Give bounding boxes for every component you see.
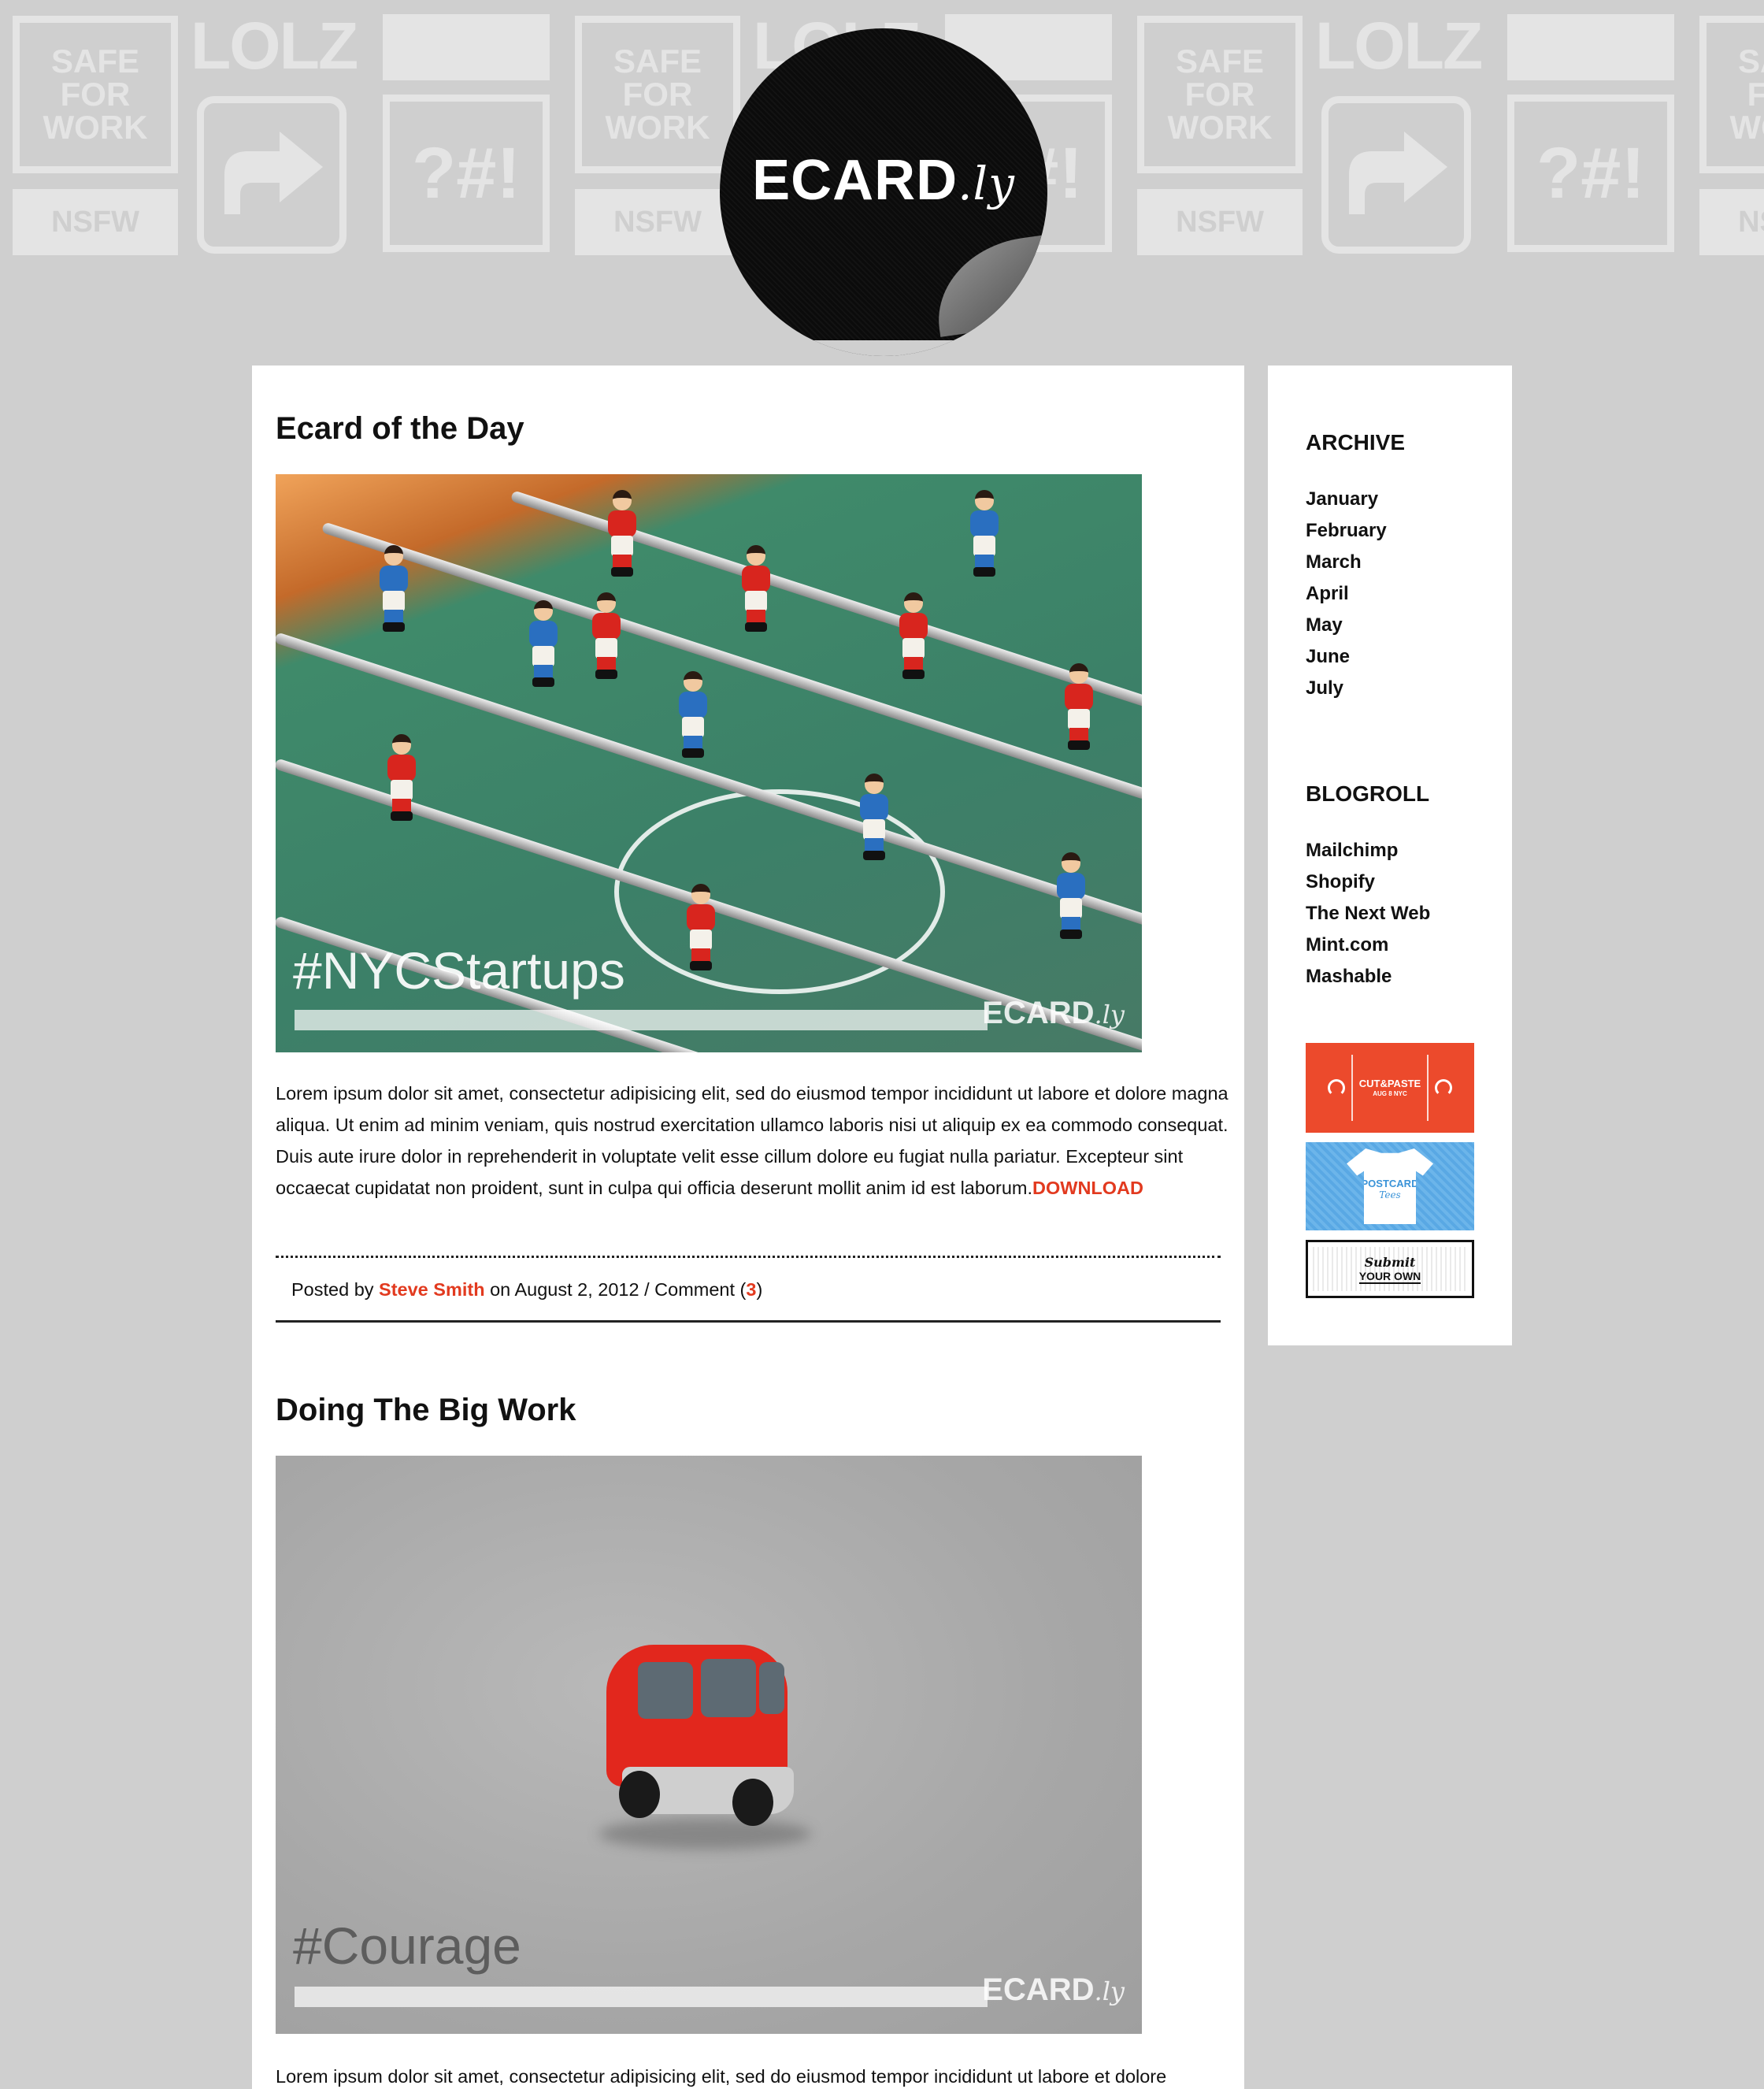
- submit-your-own-banner[interactable]: Submit YOUR OWN: [1306, 1240, 1474, 1298]
- share-arrow-icon: [1321, 96, 1471, 254]
- blogroll-item[interactable]: The Next Web: [1306, 898, 1430, 929]
- lolz-tile: LOLZ: [191, 9, 358, 83]
- pattern-bar: [1507, 14, 1674, 80]
- post-excerpt: Lorem ipsum dolor sit amet, consectetur …: [276, 2066, 1167, 2087]
- symbols-tile: ?#!: [383, 95, 550, 252]
- cut-paste-banner[interactable]: CUT&PASTE AUG 8 NYC: [1306, 1043, 1474, 1133]
- blogroll-heading: BLOGROLL: [1306, 781, 1430, 806]
- archive-list: January February March April May June Ju…: [1306, 484, 1387, 704]
- archive-item[interactable]: January: [1306, 484, 1387, 515]
- blogroll-item[interactable]: Shopify: [1306, 866, 1430, 898]
- archive-item[interactable]: May: [1306, 610, 1387, 641]
- site-logo[interactable]: ECARD.ly: [720, 28, 1047, 356]
- author-link[interactable]: Steve Smith: [379, 1279, 485, 1300]
- archive-heading: ARCHIVE: [1306, 430, 1406, 455]
- image-watermark: ECARD.ly: [982, 996, 1125, 1030]
- blogroll-item[interactable]: Mashable: [1306, 961, 1430, 993]
- archive-item[interactable]: February: [1306, 515, 1387, 547]
- site-header: SAFE FOR WORK LOLZ ?#! NSFW SAFE FOR WOR…: [0, 0, 1764, 362]
- blogroll-item[interactable]: Mailchimp: [1306, 835, 1430, 866]
- symbols-tile: ?#!: [1507, 95, 1674, 252]
- safe-for-work-tile: SAFE FOR WORK: [1137, 16, 1303, 173]
- safe-for-work-tile: SAFE FOR WORK: [575, 16, 740, 173]
- download-link[interactable]: DOWNLOAD: [1032, 1178, 1143, 1198]
- safe-for-work-tile: SAFE FOR WORK: [1699, 16, 1764, 173]
- safe-for-work-tile: SAFE FOR WORK: [13, 16, 178, 173]
- postcard-tees-banner[interactable]: POSTCARD Tees: [1306, 1142, 1474, 1230]
- pattern-bar: [383, 14, 550, 80]
- blogroll-item[interactable]: Mint.com: [1306, 929, 1430, 961]
- sticker-curl: [928, 235, 1047, 337]
- lolz-tile: LOLZ: [1315, 9, 1483, 83]
- image-hashtag: #Courage: [293, 1916, 521, 1975]
- archive-item[interactable]: April: [1306, 578, 1387, 610]
- post-title[interactable]: Ecard of the Day: [276, 411, 524, 447]
- image-watermark: ECARD.ly: [982, 1972, 1125, 2007]
- post-meta: Posted by Steve Smith on August 2, 2012 …: [291, 1279, 763, 1300]
- comment-count-link[interactable]: 3: [746, 1279, 756, 1300]
- share-arrow-icon: [197, 96, 346, 254]
- nsfw-tile: NSFW: [575, 189, 740, 255]
- nsfw-tile: NSFW: [1137, 189, 1303, 255]
- logo-text: ECARD.ly: [752, 149, 1015, 212]
- post-image-foosball[interactable]: #NYCStartups ECARD.ly: [276, 474, 1142, 1052]
- person-icon: [1435, 1079, 1453, 1096]
- blogroll-list: Mailchimp Shopify The Next Web Mint.com …: [1306, 835, 1430, 993]
- main-content: Ecard of the Day #NYCStartups ECARD.ly L…: [252, 365, 1244, 2089]
- archive-item[interactable]: June: [1306, 641, 1387, 673]
- image-hashtag: #NYCStartups: [293, 941, 625, 1000]
- post-excerpt: Lorem ipsum dolor sit amet, consectetur …: [276, 1083, 1228, 1198]
- divider-solid: [276, 1320, 1221, 1323]
- nsfw-tile: NSFW: [1699, 189, 1764, 255]
- post-image-car[interactable]: #Courage ECARD.ly: [276, 1456, 1142, 2034]
- post-title[interactable]: Doing The Big Work: [276, 1393, 576, 1428]
- sidebar: ARCHIVE January February March April May…: [1268, 365, 1512, 1345]
- archive-item[interactable]: July: [1306, 673, 1387, 704]
- divider-dotted: [276, 1256, 1221, 1258]
- person-icon: [1327, 1079, 1345, 1096]
- tshirt-icon: POSTCARD Tees: [1347, 1148, 1433, 1224]
- nsfw-tile: NSFW: [13, 189, 178, 255]
- archive-item[interactable]: March: [1306, 547, 1387, 578]
